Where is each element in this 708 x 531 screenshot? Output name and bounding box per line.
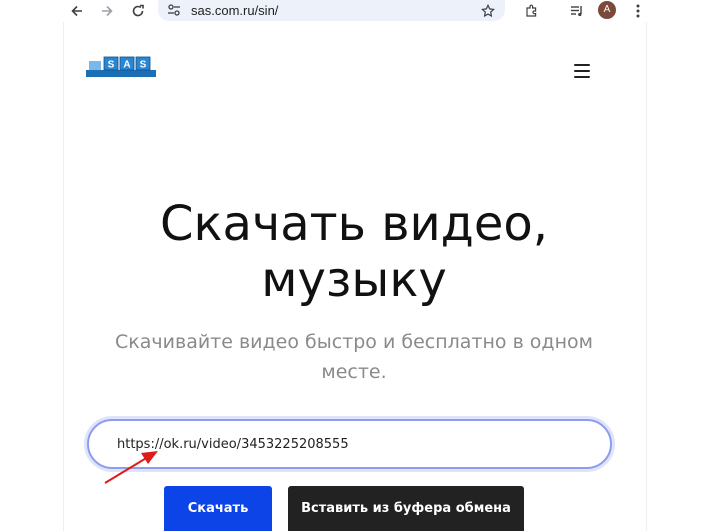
address-bar-url: sas.com.ru/sin/ [191, 3, 279, 18]
svg-text:S: S [108, 60, 115, 71]
browser-menu-icon[interactable] [627, 0, 649, 22]
site-info-icon[interactable] [166, 2, 182, 18]
profile-avatar[interactable]: A [598, 1, 616, 19]
address-bar[interactable]: sas.com.ru/sin/ [158, 0, 505, 21]
svg-text:S: S [140, 60, 147, 71]
extensions-puzzle-icon[interactable] [521, 0, 543, 22]
media-playlist-icon[interactable] [566, 0, 588, 22]
hamburger-menu-icon[interactable] [574, 64, 590, 78]
site-logo[interactable]: S A S [86, 56, 156, 78]
hero-title-line-2: музыку [261, 252, 447, 308]
hero-subtitle-line-1: Скачивайте видео быстро и бесплатно в од… [115, 331, 593, 353]
browser-toolbar: sas.com.ru/sin/ A [0, 0, 708, 22]
svg-text:A: A [123, 60, 130, 71]
hero-title: Скачать видео, музыку [63, 196, 645, 308]
paste-from-clipboard-button[interactable]: Вставить из буфера обмена [288, 486, 524, 531]
back-arrow-icon[interactable] [66, 0, 88, 22]
hero-subtitle-line-2: месте. [321, 361, 387, 383]
reload-icon[interactable] [127, 0, 149, 22]
download-button[interactable]: Скачать [164, 486, 272, 531]
forward-arrow-icon[interactable] [96, 0, 118, 22]
hero-subtitle: Скачивайте видео быстро и бесплатно в од… [110, 327, 598, 387]
hero-title-line-1: Скачать видео, [159, 196, 549, 252]
bookmark-star-icon[interactable] [477, 0, 499, 22]
red-annotation-arrow-icon [104, 451, 158, 484]
